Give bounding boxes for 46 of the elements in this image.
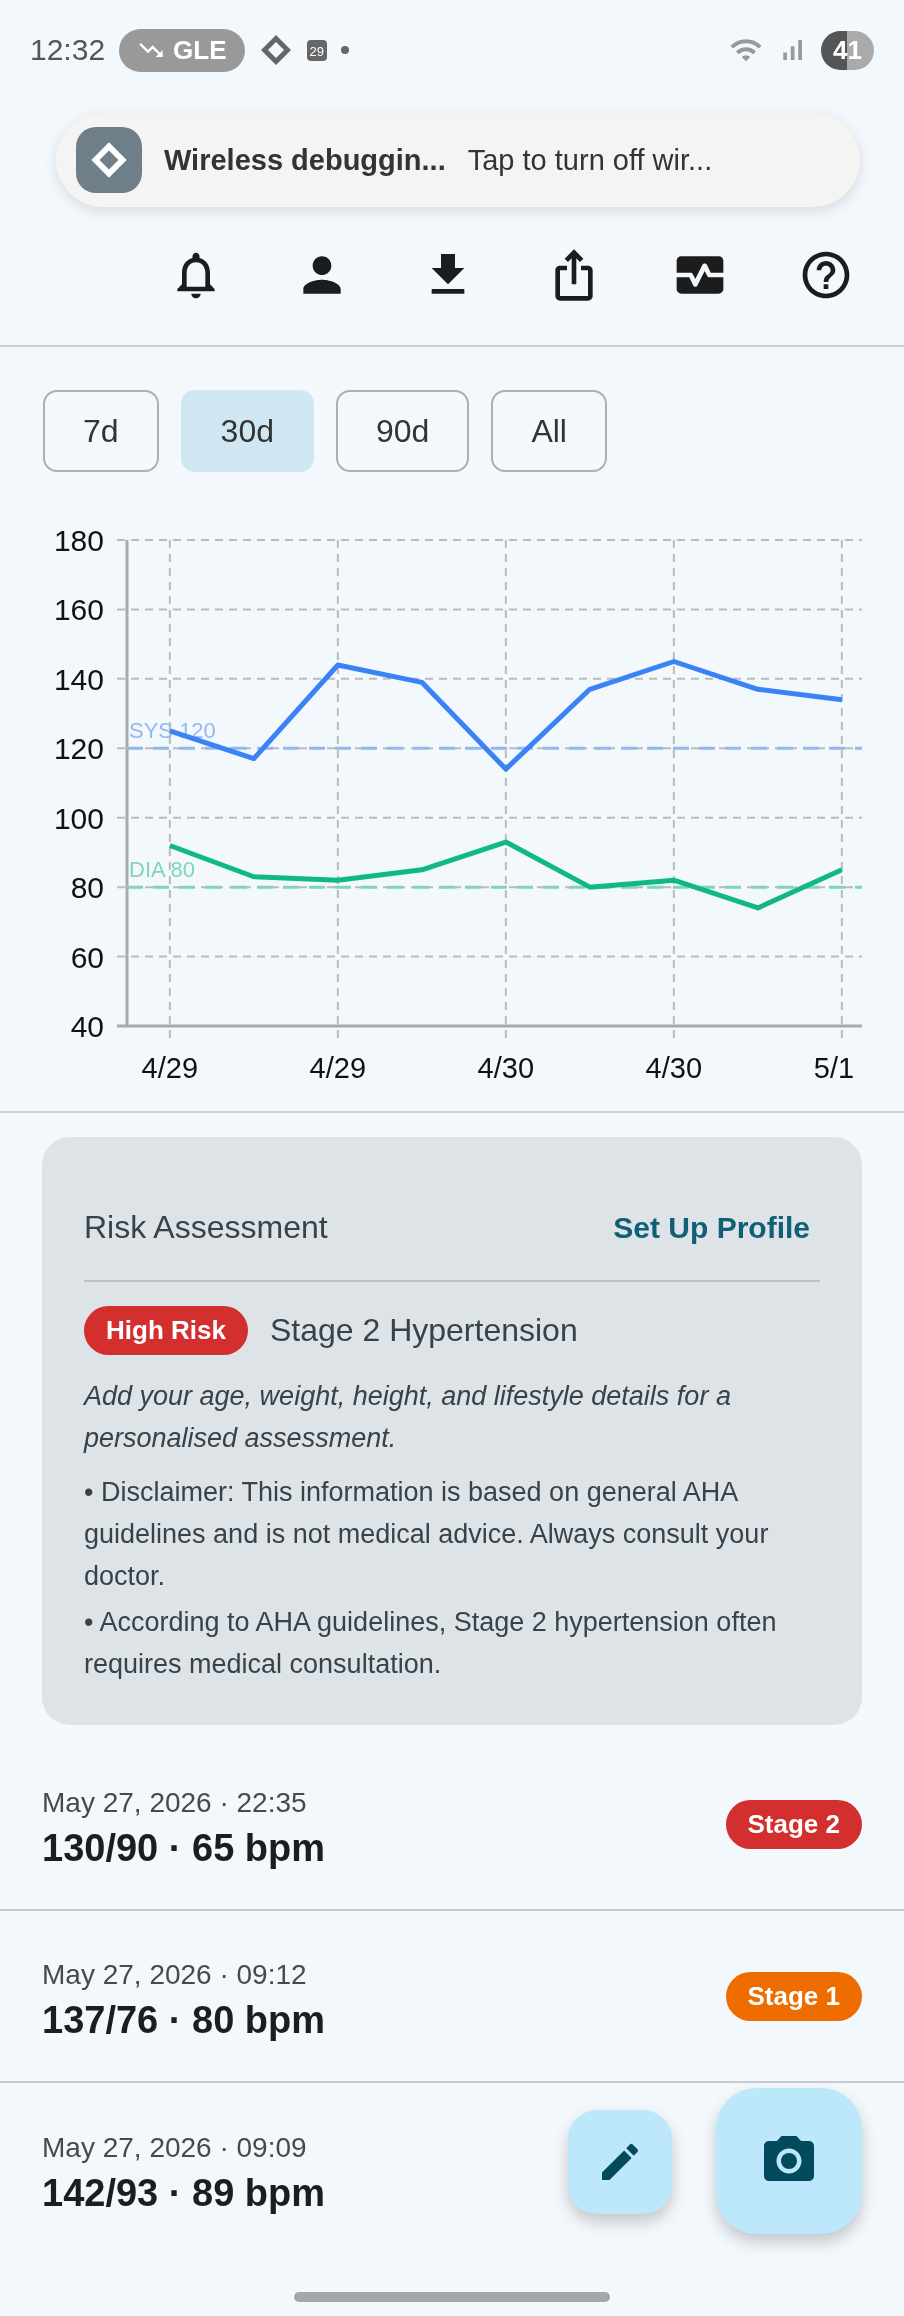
setup-profile-link[interactable]: Set Up Profile <box>613 1210 810 1245</box>
camera-button[interactable] <box>716 2088 862 2234</box>
reading-row[interactable]: May 27, 2026 · 22:35 130/90 · 65 bpm Stage 2 <box>0 1739 904 1911</box>
stage-label: Stage 2 Hypertension <box>269 1312 578 1349</box>
notification-banner[interactable]: Wireless debuggin... Tap to turn off wir... <box>56 113 860 207</box>
risk-note: • According to AHA guidelines, Stage 2 hypertension often requires medical consultation. <box>84 1606 778 1681</box>
status-pill: GLE <box>119 28 245 72</box>
notification-title: Wireless debuggin... <box>164 143 446 177</box>
range-chip[interactable]: 30d <box>180 390 314 472</box>
reading-value: 142/93 · 89 bpm <box>42 2171 326 2215</box>
reading-row[interactable]: May 27, 2026 · 09:12 137/76 · 80 bpm Stage 1 <box>0 1911 904 2083</box>
risk-badge: High Risk <box>84 1306 248 1355</box>
x-axis-label: 5/1 <box>813 1052 855 1084</box>
reading-row[interactable]: May 27, 2026 · 09:09 142/93 · 89 bpm <box>0 2083 904 2255</box>
y-axis-label: 160 <box>53 593 104 627</box>
reading-date: May 27, 2026 · 09:09 <box>42 2131 308 2164</box>
reading-value: 137/76 · 80 bpm <box>42 1998 326 2042</box>
y-axis-label: 40 <box>70 1010 104 1043</box>
y-axis-label: 120 <box>53 732 104 766</box>
notification-text: Tap to turn off wir... <box>467 143 713 177</box>
reading-date: May 27, 2026 · 22:35 <box>42 1786 308 1819</box>
y-axis-label: 140 <box>53 662 104 696</box>
y-axis-label: 100 <box>53 801 104 835</box>
reference-label: DIA 80 <box>129 857 196 883</box>
notification-dot <box>341 46 349 54</box>
edit-button[interactable] <box>568 2110 672 2214</box>
calendar-icon: 29 <box>306 39 327 61</box>
x-axis-label: 4/30 <box>645 1052 703 1084</box>
x-axis-label: 4/29 <box>309 1052 367 1084</box>
x-axis-label: 4/29 <box>141 1052 199 1084</box>
profile-hint: Add your age, weight, height, and lifestyle details for a personalised assessment. <box>84 1380 732 1455</box>
debug-app-icon <box>76 127 142 193</box>
reading-value: 130/90 · 65 bpm <box>42 1826 326 1870</box>
y-axis-label: 60 <box>70 940 104 974</box>
stage-badge: Stage 1 <box>725 1971 862 2021</box>
range-chip[interactable]: 7d <box>43 390 159 472</box>
y-axis-label: 80 <box>70 871 104 905</box>
reading-date: May 27, 2026 · 09:12 <box>42 1958 308 1991</box>
y-axis-label: 180 <box>53 524 104 557</box>
x-axis-label: 4/30 <box>477 1052 535 1084</box>
stage-badge: Stage 2 <box>725 1799 862 1849</box>
status-time: 12:32 <box>30 33 106 67</box>
risk-note: • Disclaimer: This information is based on general AHA guidelines and is not medical advice. Always consult your doctor. <box>84 1476 770 1593</box>
range-chip[interactable]: All <box>491 390 607 472</box>
card-title: Risk Assessment <box>84 1209 328 1246</box>
range-chip[interactable]: 90d <box>336 390 470 472</box>
